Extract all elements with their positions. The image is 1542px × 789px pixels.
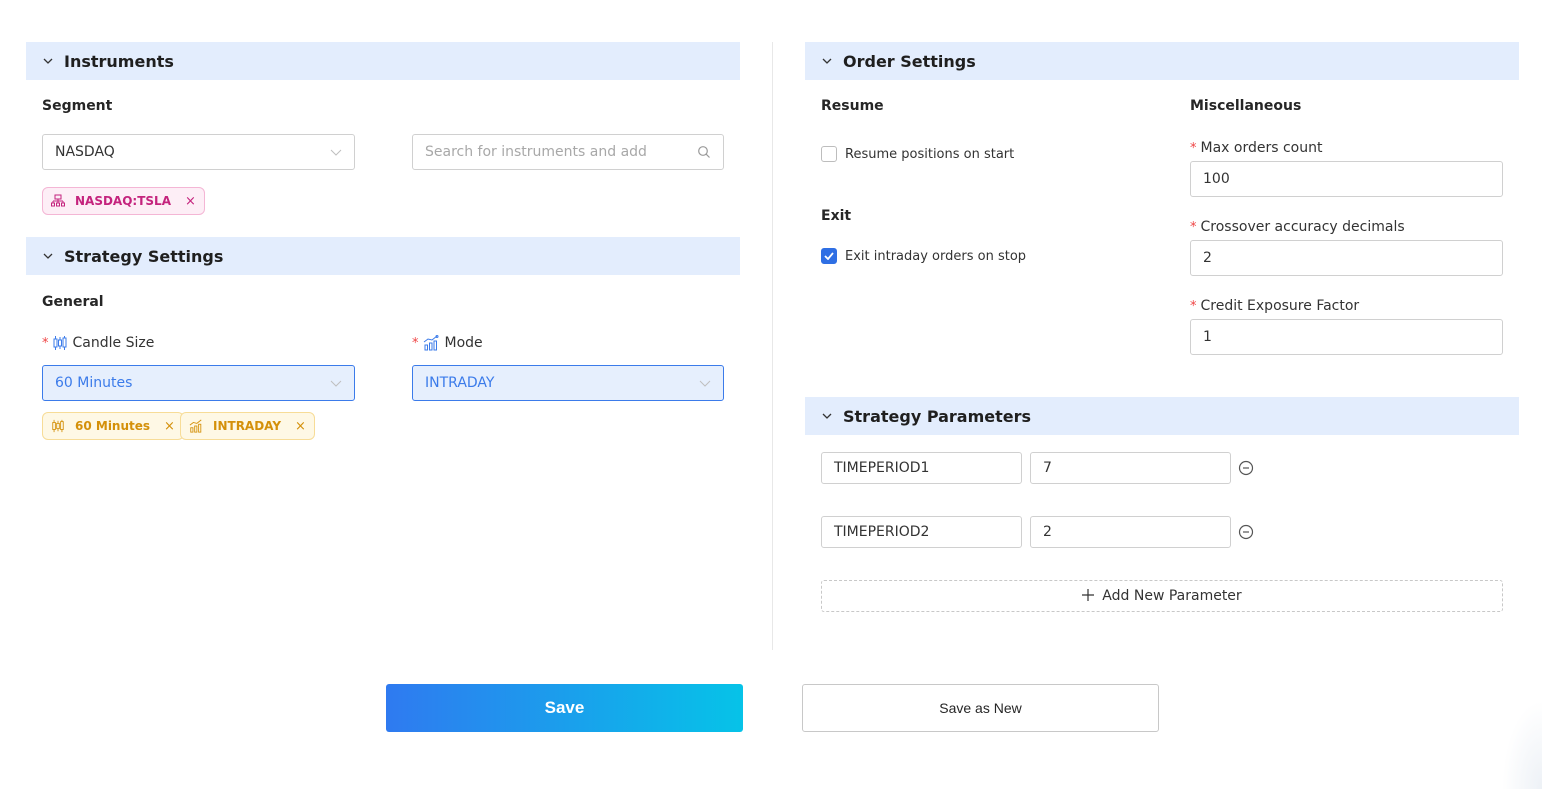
instrument-tag: NASDAQ:TSLA × — [42, 187, 205, 215]
segment-select[interactable]: NASDAQ — [42, 134, 355, 170]
mode-label-text: Mode — [444, 335, 483, 351]
strategy-parameters-panel: Strategy Parameters — [805, 397, 1519, 435]
param-name-input[interactable]: TIMEPERIOD1 — [821, 452, 1022, 484]
max-orders-label: * Max orders count — [1190, 140, 1322, 156]
crossover-accuracy-input[interactable]: 2 — [1190, 240, 1503, 276]
bar-chart-icon — [189, 419, 203, 433]
max-orders-input[interactable]: 100 — [1190, 161, 1503, 197]
close-icon[interactable]: × — [164, 419, 175, 434]
minus-circle-icon[interactable] — [1238, 524, 1254, 540]
required-mark: * — [42, 335, 49, 351]
resume-positions-label: Resume positions on start — [845, 146, 1015, 162]
param-value-input[interactable]: 7 — [1030, 452, 1231, 484]
chevron-down-icon — [821, 410, 833, 422]
instrument-search-input[interactable]: Search for instruments and add — [412, 134, 724, 170]
segment-label: Segment — [42, 98, 113, 114]
candle-size-value: 60 Minutes — [55, 375, 133, 391]
chevron-down-icon — [821, 55, 833, 67]
crossover-accuracy-label-text: Crossover accuracy decimals — [1200, 219, 1405, 235]
strategy-parameters-panel-header[interactable]: Strategy Parameters — [805, 397, 1519, 435]
close-icon[interactable]: × — [295, 419, 306, 434]
candle-size-tag-label: 60 Minutes — [75, 419, 151, 433]
order-settings-panel-header[interactable]: Order Settings — [805, 42, 1519, 80]
required-mark: * — [1190, 298, 1197, 314]
candle-size-label: * Candle Size — [42, 335, 154, 351]
miscellaneous-label: Miscellaneous — [1190, 98, 1302, 114]
resume-positions-checkbox[interactable]: Resume positions on start — [821, 146, 1014, 162]
add-new-parameter-button[interactable]: Add New Parameter — [821, 580, 1503, 612]
chevron-down-icon — [42, 250, 54, 262]
bar-chart-icon — [423, 335, 439, 351]
save-as-new-button[interactable]: Save as New — [802, 684, 1159, 732]
param-value-value: 7 — [1043, 460, 1052, 476]
credit-exposure-value: 1 — [1203, 329, 1212, 345]
general-label: General — [42, 294, 104, 310]
instruments-title: Instruments — [64, 51, 174, 71]
search-placeholder: Search for instruments and add — [425, 144, 647, 160]
chevron-down-icon — [330, 146, 342, 158]
left-column: Instruments — [26, 42, 740, 80]
check-icon — [824, 252, 834, 260]
max-orders-value: 100 — [1203, 171, 1230, 187]
exit-intraday-checkbox[interactable]: Exit intraday orders on stop — [821, 248, 1026, 264]
chevron-down-icon — [699, 377, 711, 389]
candle-size-select[interactable]: 60 Minutes — [42, 365, 355, 401]
mode-value: INTRADAY — [425, 375, 495, 391]
search-icon[interactable] — [697, 145, 711, 159]
order-settings-panel: Order Settings — [805, 42, 1519, 80]
exchange-tree-icon — [51, 194, 65, 208]
mode-select[interactable]: INTRADAY — [412, 365, 724, 401]
max-orders-label-text: Max orders count — [1200, 140, 1323, 156]
corner-shadow — [1502, 700, 1542, 789]
required-mark: * — [412, 335, 419, 351]
candlestick-icon — [51, 419, 65, 433]
chevron-down-icon — [42, 55, 54, 67]
column-divider — [772, 42, 773, 650]
plus-icon — [1082, 587, 1095, 605]
order-settings-title: Order Settings — [843, 51, 976, 71]
mode-tag-label: INTRADAY — [213, 419, 282, 433]
required-mark: * — [1190, 219, 1197, 235]
param-name-value: TIMEPERIOD2 — [834, 524, 930, 540]
save-button[interactable]: Save — [386, 684, 743, 732]
param-value-value: 2 — [1043, 524, 1052, 540]
param-value-input[interactable]: 2 — [1030, 516, 1231, 548]
add-new-parameter-label: Add New Parameter — [1102, 588, 1242, 604]
checkbox-box[interactable] — [821, 146, 837, 162]
segment-select-value: NASDAQ — [55, 144, 115, 160]
required-mark: * — [1190, 140, 1197, 156]
candlestick-icon — [53, 335, 67, 351]
exit-intraday-label: Exit intraday orders on stop — [845, 248, 1027, 264]
instrument-tag-label: NASDAQ:TSLA — [75, 194, 171, 208]
mode-tag: INTRADAY × — [180, 412, 315, 440]
minus-circle-icon[interactable] — [1238, 460, 1254, 476]
resume-label: Resume — [821, 98, 884, 114]
checkbox-box-checked[interactable] — [821, 248, 837, 264]
candle-size-label-text: Candle Size — [72, 335, 155, 351]
crossover-accuracy-label: * Crossover accuracy decimals — [1190, 219, 1405, 235]
strategy-settings-panel-header[interactable]: Strategy Settings — [26, 237, 740, 275]
strategy-settings-panel: Strategy Settings — [26, 237, 740, 275]
chevron-down-icon — [330, 377, 342, 389]
credit-exposure-label: * Credit Exposure Factor — [1190, 298, 1359, 314]
strategy-settings-title: Strategy Settings — [64, 246, 224, 266]
mode-label: * Mode — [412, 335, 483, 351]
crossover-accuracy-value: 2 — [1203, 250, 1212, 266]
candle-size-tag: 60 Minutes × — [42, 412, 184, 440]
exit-label: Exit — [821, 208, 852, 224]
close-icon[interactable]: × — [185, 194, 196, 209]
strategy-parameters-title: Strategy Parameters — [843, 406, 1032, 426]
credit-exposure-label-text: Credit Exposure Factor — [1200, 298, 1360, 314]
credit-exposure-input[interactable]: 1 — [1190, 319, 1503, 355]
param-name-value: TIMEPERIOD1 — [834, 460, 930, 476]
instruments-panel-header[interactable]: Instruments — [26, 42, 740, 80]
param-name-input[interactable]: TIMEPERIOD2 — [821, 516, 1022, 548]
